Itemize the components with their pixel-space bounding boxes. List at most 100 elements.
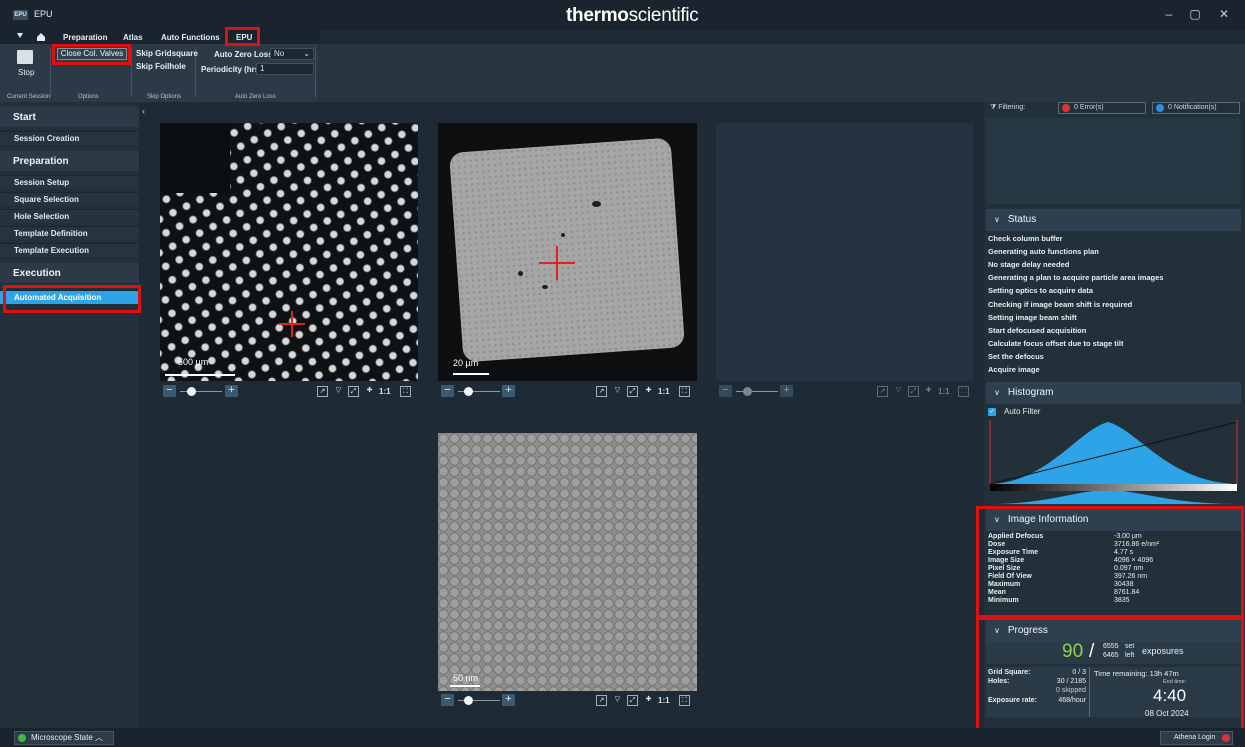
zoom-in-button[interactable]: + (502, 694, 515, 706)
fullscreen-icon[interactable]: ⛶ (679, 386, 690, 397)
menu-bar (0, 30, 320, 44)
move-icon[interactable]: ✚ (643, 386, 654, 397)
zoom-in-button[interactable]: + (780, 385, 793, 397)
histogram-title: Histogram (1007, 387, 1054, 398)
filter-icon[interactable]: ▽ (612, 386, 623, 397)
nav-item-session-setup[interactable]: Session Setup (0, 175, 139, 189)
nav-item-hole-selection[interactable]: Hole Selection (0, 209, 139, 223)
status-line: Acquire image (988, 365, 1040, 374)
move-icon[interactable]: ✚ (643, 695, 654, 706)
export-icon[interactable]: ↗ (877, 386, 888, 397)
auto-zero-loss-value: No (274, 49, 285, 58)
microscope-state-label: Microscope State (31, 733, 93, 742)
group-label-current-session: Current Session (7, 94, 51, 100)
microscope-state-button[interactable]: Microscope State ︿ (14, 731, 114, 745)
empty-image-slot[interactable] (716, 123, 974, 381)
auto-zero-loss-select[interactable]: No ⌄ (270, 48, 314, 60)
notifications-filter-button[interactable]: 0 Notification(s) (1152, 102, 1240, 114)
micrograph-texture (438, 433, 697, 691)
histogram-chart[interactable] (988, 420, 1239, 504)
collapse-sidebar-icon[interactable]: ‹ (142, 106, 145, 116)
skip-foilhole-button[interactable]: Skip Foilhole (136, 62, 186, 71)
error-icon (1062, 104, 1070, 112)
filter-icon[interactable]: ▽ (333, 386, 344, 397)
zoom-out-button[interactable]: − (441, 385, 454, 397)
scale-bar (165, 374, 235, 376)
exposure-image[interactable]: 50 nm (438, 433, 697, 691)
home-icon[interactable] (36, 32, 46, 41)
fullscreen-icon[interactable]: ⛶ (958, 386, 969, 397)
actual-size-button[interactable]: 1:1 (379, 387, 391, 396)
atlas-image[interactable]: 500 µm (160, 123, 418, 381)
status-bar (0, 728, 1245, 747)
fullscreen-icon[interactable]: ⛶ (679, 695, 690, 706)
alert-icon (1222, 734, 1230, 742)
zoom-in-button[interactable]: + (502, 385, 515, 397)
status-line: No stage delay needed (988, 260, 1070, 270)
auto-filter-checkbox[interactable]: ✓ (988, 408, 996, 416)
skip-gridsquare-button[interactable]: Skip Gridsquare (136, 49, 198, 58)
crosshair-icon (291, 311, 293, 337)
status-header[interactable]: ∨ Status (986, 209, 1241, 231)
chevron-down-icon: ∨ (994, 388, 1000, 397)
zoom-out-button[interactable]: − (163, 385, 176, 397)
ribbon-background (318, 44, 1245, 102)
fit-icon[interactable]: ⤢ (348, 386, 359, 397)
scale-label: 20 µm (453, 358, 479, 368)
nav-item-template-execution[interactable]: Template Execution (0, 243, 139, 257)
zoom-slider-handle[interactable] (743, 387, 752, 396)
actual-size-button[interactable]: 1:1 (938, 387, 950, 396)
errors-filter-button[interactable]: 0 Error(s) (1058, 102, 1146, 114)
close-window-button[interactable]: ✕ (1212, 5, 1236, 23)
export-icon[interactable]: ↗ (596, 695, 607, 706)
gridsquare-image[interactable]: 20 µm (438, 123, 697, 381)
nav-item-session-creation[interactable]: Session Creation (0, 131, 139, 145)
export-icon[interactable]: ↗ (596, 386, 607, 397)
actual-size-button[interactable]: 1:1 (658, 387, 670, 396)
move-icon[interactable]: ✚ (364, 386, 375, 397)
info-icon (1156, 104, 1164, 112)
histogram-header[interactable]: ∨ Histogram (986, 382, 1241, 404)
status-title: Status (1007, 214, 1037, 225)
fit-icon[interactable]: ⤢ (908, 386, 919, 397)
actual-size-button[interactable]: 1:1 (658, 696, 670, 705)
periodicity-input[interactable]: 1 (256, 63, 314, 75)
funnel-icon: ⧩ (990, 104, 999, 111)
zoom-slider-handle[interactable] (464, 696, 473, 705)
stop-icon[interactable] (17, 50, 33, 64)
scale-bar (453, 373, 489, 375)
filter-icon[interactable]: ▽ (893, 386, 904, 397)
stop-button[interactable]: Stop (18, 68, 34, 77)
fit-icon[interactable]: ⤢ (627, 695, 638, 706)
tab-atlas[interactable]: Atlas (123, 33, 143, 42)
zoom-out-button[interactable]: − (719, 385, 732, 397)
scale-bar (450, 685, 480, 687)
nav-item-square-selection[interactable]: Square Selection (0, 192, 139, 206)
export-icon[interactable]: ↗ (317, 386, 328, 397)
nav-item-template-definition[interactable]: Template Definition (0, 226, 139, 240)
tab-preparation[interactable]: Preparation (63, 33, 107, 42)
status-line: Start defocused acquisition (988, 325, 1087, 335)
status-line: Setting image beam shift (988, 312, 1077, 322)
minimize-button[interactable]: – (1157, 5, 1181, 23)
zoom-slider-handle[interactable] (187, 387, 196, 396)
dropdown-arrow-icon[interactable] (17, 33, 23, 38)
filter-icon[interactable]: ▽ (612, 695, 623, 706)
status-line: Checking if image beam shift is required (988, 299, 1133, 309)
zoom-in-button[interactable]: + (225, 385, 238, 397)
zoom-out-button[interactable]: − (441, 694, 454, 706)
image-toolbar: − + ↗ ▽ ⤢ ✚ 1:1 ⛶ (438, 692, 697, 708)
fullscreen-icon[interactable]: ⛶ (400, 386, 411, 397)
image-shadow (160, 123, 230, 193)
move-icon[interactable]: ✚ (923, 386, 934, 397)
scale-label: 500 µm (178, 357, 209, 367)
highlight-progress (976, 617, 1244, 732)
ribbon-divider (315, 47, 316, 97)
maximize-button[interactable]: ▢ (1183, 5, 1207, 23)
crosshair-icon (556, 246, 558, 280)
zoom-slider-handle[interactable] (464, 387, 473, 396)
image-toolbar: − + ↗ ▽ ⤢ ✚ 1:1 ⛶ (438, 383, 697, 399)
fit-icon[interactable]: ⤢ (627, 386, 638, 397)
tab-auto-functions[interactable]: Auto Functions (161, 33, 220, 42)
highlight-close-col-valves (52, 44, 131, 65)
